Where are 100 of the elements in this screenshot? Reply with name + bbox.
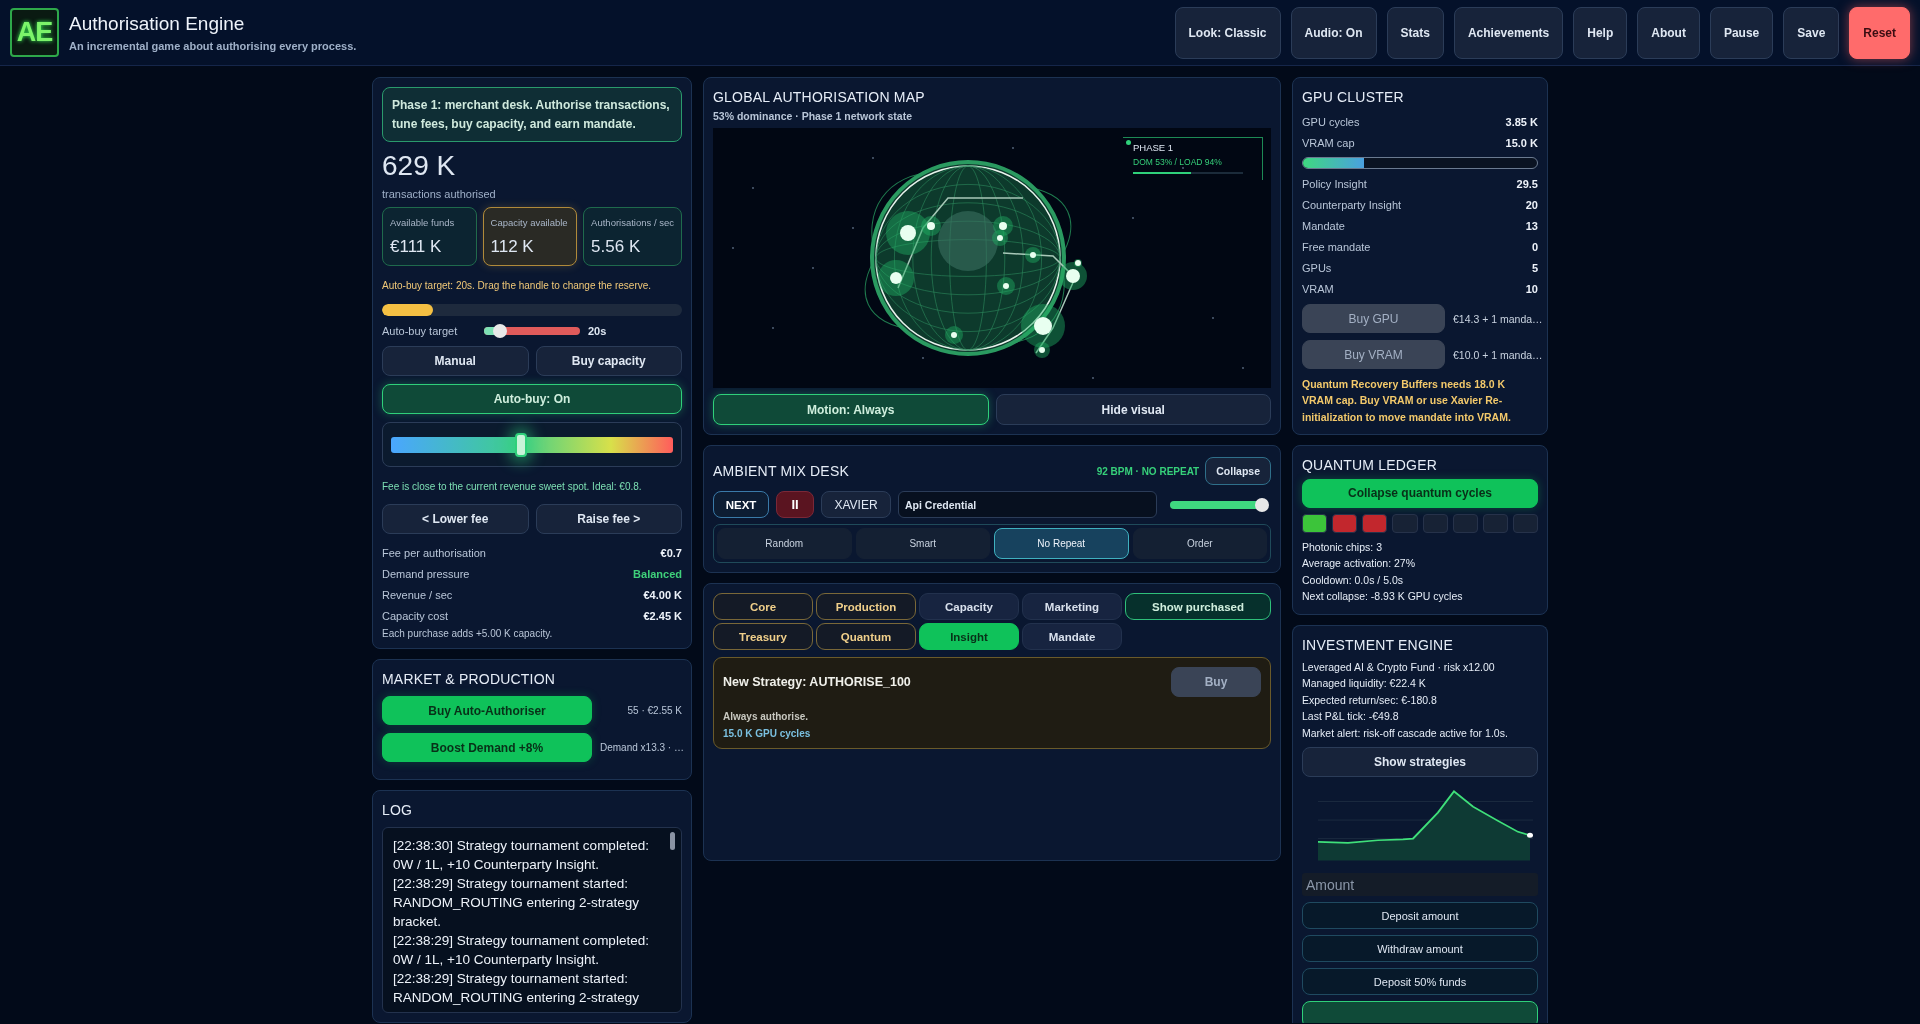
stat-value: 10 <box>1525 282 1538 295</box>
category-tab[interactable]: Marketing <box>1022 593 1122 620</box>
header-button[interactable]: Audio: On <box>1290 6 1377 59</box>
action-button[interactable]: Withdraw amount <box>1302 935 1538 963</box>
stat-label: Available funds <box>390 217 456 229</box>
category-tab[interactable]: Capacity <box>919 593 1019 620</box>
mode-button[interactable]: Manual <box>382 346 529 377</box>
stat-value: €0.7 <box>660 546 682 559</box>
action-button[interactable]: Buy Auto-Authoriser <box>382 696 592 726</box>
footnote: Each purchase adds +5.00 K capacity. <box>382 628 554 640</box>
collapse-button[interactable]: Collapse <box>1205 457 1271 485</box>
stat-value: 3.85 K <box>1505 115 1538 128</box>
action-button[interactable]: Deposit amount <box>1302 902 1538 930</box>
ledger-line: Cooldown: 0.0s / 5.0s <box>1302 572 1404 588</box>
panel-title: INVESTMENT ENGINE <box>1302 636 1454 653</box>
header-button[interactable]: Look: Classic <box>1174 6 1281 59</box>
amount-field[interactable]: Amount <box>1302 873 1538 897</box>
stat-label: Capacity cost <box>382 609 449 622</box>
phase-note: Phase 1: merchant desk. Authorise transactions, tune fees, buy capacity, and earn mandate. <box>382 87 682 143</box>
stat-value: 5.56 K <box>591 237 642 258</box>
collapse-button[interactable]: Collapse quantum cycles <box>1302 478 1538 508</box>
category-tab[interactable]: Production <box>816 593 916 620</box>
category-tab[interactable]: Treasury <box>713 623 813 650</box>
cost-label: €14.3 + 1 manda… <box>1453 312 1543 325</box>
mode-tab[interactable]: Order <box>1132 528 1267 559</box>
stat-label: Capacity available <box>490 217 569 229</box>
stat-value: €111 K <box>390 237 443 258</box>
engine-line: Last P&L tick: -€49.8 <box>1302 709 1400 725</box>
total-count: 629 K <box>382 150 457 183</box>
logo: AE <box>10 8 59 57</box>
mode-button[interactable]: Buy capacity <box>535 346 682 377</box>
stat-value: Balanced <box>633 567 682 580</box>
stat-value: 13 <box>1525 219 1538 232</box>
show-strategies-button[interactable]: Show strategies <box>1302 747 1538 778</box>
header-button[interactable]: Stats <box>1386 6 1444 59</box>
header-button[interactable]: Help <box>1573 6 1628 59</box>
stat-label: Mandate <box>1302 219 1345 232</box>
slider-reading: 20s <box>588 325 607 338</box>
stat-value: 5 <box>1531 261 1538 274</box>
stat-label: Demand pressure <box>382 567 470 580</box>
upgrade-cost: 15.0 K GPU cycles <box>723 728 812 739</box>
playback-toggle[interactable]: II <box>776 491 814 518</box>
track-display: Api Credential <box>898 491 1157 518</box>
action-button[interactable]: Deposit 50% funds <box>1302 968 1538 996</box>
autobuy-toggle[interactable]: Auto-buy: On <box>382 384 682 415</box>
header-button[interactable]: Save <box>1783 6 1840 59</box>
mode-tab[interactable]: Random <box>717 528 852 559</box>
stat-label: GPU cycles <box>1302 115 1360 128</box>
action-detail: 55 · €2.55 K <box>626 705 682 717</box>
ledger-line: Next collapse: -8.93 K GPU cycles <box>1302 589 1464 605</box>
cost-label: €10.0 + 1 manda… <box>1453 348 1543 361</box>
vram-warning: Quantum Recovery Buffers needs 18.0 K VRAM cap. Buy VRAM or use Xavier Re-initialization to move mandate into VRAM. <box>1302 377 1512 425</box>
header-button[interactable]: Reset <box>1849 6 1910 59</box>
map-subtitle: 53% dominance · Phase 1 network state <box>713 110 913 122</box>
stat-value: €4.00 K <box>643 588 682 601</box>
stat-value: €2.45 K <box>643 609 682 622</box>
engine-line: Managed liquidity: €22.4 K <box>1302 676 1427 692</box>
upgrade-title: New Strategy: AUTHORISE_100 <box>723 675 911 689</box>
ledger-line: Average activation: 27% <box>1302 556 1417 572</box>
engine-line: Leveraged AI & Crypto Fund · risk x12.00 <box>1302 659 1496 675</box>
show-purchased-button[interactable]: Show purchased <box>1125 593 1271 620</box>
fee-note: Fee is close to the current revenue sweet spot. Ideal: €0.8. <box>382 481 643 493</box>
header-button[interactable]: Pause <box>1709 6 1774 59</box>
category-tab[interactable]: Mandate <box>1022 623 1122 650</box>
category-tab[interactable]: Quantum <box>816 623 916 650</box>
mix-status: 92 BPM · NO REPEAT <box>1096 465 1200 477</box>
panel-title: QUANTUM LEDGER <box>1302 456 1439 473</box>
stat-label: Authorisations / sec <box>591 217 674 229</box>
stat-label: Counterparty Insight <box>1302 198 1402 211</box>
artist-button[interactable]: XAVIER <box>821 491 891 518</box>
mode-tab[interactable]: Smart <box>855 528 990 559</box>
stat-label: GPUs <box>1302 261 1332 274</box>
panel-title: GLOBAL AUTHORISATION MAP <box>713 89 926 105</box>
total-label: transactions authorised <box>382 188 497 201</box>
upgrade-description: Always authorise. <box>723 711 810 722</box>
log-entry: [22:38:30] Strategy tournament completed: 0W / 1L, +10 Counterparty Insight. <box>393 837 650 875</box>
mode-tab[interactable]: No Repeat <box>994 528 1129 559</box>
stat-value: 0 <box>1531 240 1538 253</box>
fee-button[interactable]: < Lower fee <box>382 504 529 535</box>
stat-label: Fee per authorisation <box>382 546 486 559</box>
log-entry: [22:38:29] Strategy tournament completed: 0W / 1L, +10 Counterparty Insight. <box>393 932 650 970</box>
category-tab[interactable]: Insight <box>919 623 1019 650</box>
stat-value: 112 K <box>490 237 535 258</box>
slider-label: Auto-buy target <box>382 325 459 338</box>
category-tab[interactable]: Core <box>713 593 813 620</box>
stat-value: 15.0 K <box>1505 136 1538 149</box>
panel-title: MARKET & PRODUCTION <box>382 671 557 688</box>
panel-title: AMBIENT MIX DESK <box>713 463 850 479</box>
map-button[interactable]: Hide visual <box>995 394 1271 425</box>
action-button[interactable]: Boost Demand +8% <box>382 733 592 763</box>
stat-label: Policy Insight <box>1302 177 1367 190</box>
header-button[interactable]: About <box>1637 6 1700 59</box>
panel-title: GPU CLUSTER <box>1302 89 1405 105</box>
autobuy-note: Auto-buy target: 20s. Drag the handle to change the reserve. <box>382 280 653 292</box>
next-button[interactable]: NEXT <box>713 491 769 518</box>
stat-label: VRAM cap <box>1302 136 1355 149</box>
fee-button[interactable]: Raise fee > <box>535 504 682 535</box>
log-entry: [22:38:29] Strategy tournament started: RANDOM_ROUTING entering 2-strategy bracket. <box>393 875 641 932</box>
header-button[interactable]: Achievements <box>1453 6 1564 59</box>
map-button[interactable]: Motion: Always <box>713 394 989 425</box>
